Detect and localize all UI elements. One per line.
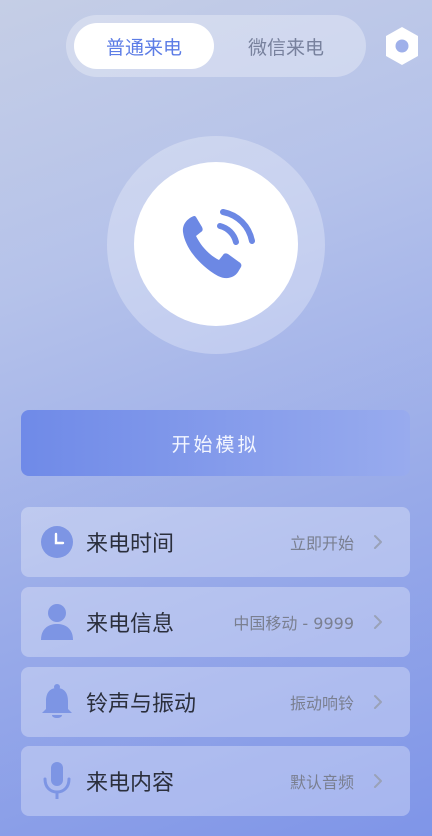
call-type-switch: 普通来电 微信来电 (66, 15, 366, 77)
chevron-right-icon (368, 692, 388, 712)
tab-wechat-call[interactable]: 微信来电 (216, 23, 356, 69)
settings-hex-icon[interactable] (384, 26, 420, 66)
phone-circle[interactable] (134, 162, 298, 326)
ringtone-vibration-label: 铃声与振动 (86, 692, 197, 717)
phone-call-icon (182, 209, 255, 279)
bell-icon (39, 682, 75, 722)
ringtone-vibration-value: 振动响铃 (289, 694, 354, 713)
call-content-label: 来电内容 (86, 771, 175, 796)
microphone-icon (39, 761, 75, 801)
person-icon (39, 602, 75, 642)
start-simulation-button[interactable]: 开始模拟 (21, 410, 410, 476)
call-content-row[interactable]: 来电内容 默认音频 (21, 746, 410, 816)
chevron-right-icon (368, 612, 388, 632)
call-time-row[interactable]: 来电时间 立即开始 (21, 507, 410, 577)
clock-icon (39, 522, 75, 562)
call-time-value: 立即开始 (289, 534, 354, 553)
call-content-value: 默认音频 (289, 773, 354, 792)
call-time-label: 来电时间 (86, 532, 175, 557)
tab-normal-call[interactable]: 普通来电 (74, 23, 214, 69)
chevron-right-icon (368, 532, 388, 552)
chevron-right-icon (368, 771, 388, 791)
caller-info-value: 中国移动 - 9999 (233, 614, 354, 633)
caller-info-row[interactable]: 来电信息 中国移动 - 9999 (21, 587, 410, 657)
ringtone-vibration-row[interactable]: 铃声与振动 振动响铃 (21, 667, 410, 737)
caller-info-label: 来电信息 (86, 612, 175, 637)
